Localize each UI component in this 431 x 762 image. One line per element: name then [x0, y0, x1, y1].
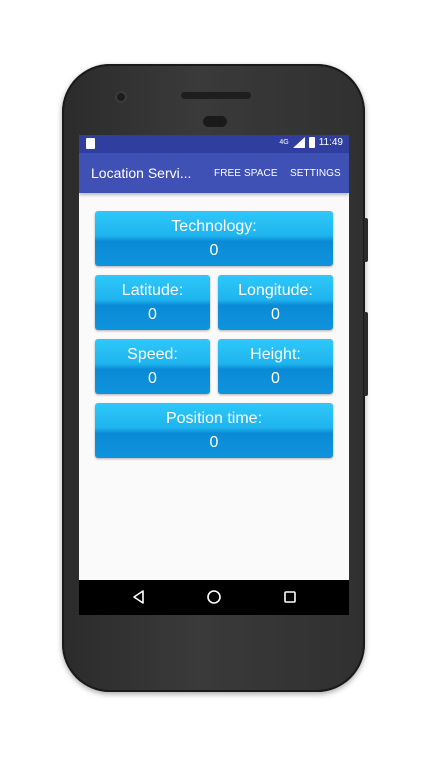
back-icon[interactable]: [131, 589, 147, 605]
latitude-value: 0: [148, 306, 157, 323]
screen: 4G 11:49 Location Servi... FREE SPACE SE…: [79, 135, 349, 615]
settings-button[interactable]: SETTINGS: [290, 168, 341, 179]
sd-card-icon: [86, 138, 95, 149]
app-bar: Location Servi... FREE SPACE SETTINGS: [79, 153, 349, 193]
app-title: Location Servi...: [91, 165, 192, 181]
signal-icon: [292, 137, 305, 148]
volume-button: [364, 312, 368, 396]
height-tile[interactable]: Height: 0: [218, 339, 333, 394]
proximity-sensor: [203, 116, 227, 127]
technology-tile[interactable]: Technology: 0: [95, 211, 333, 266]
status-time: 11:49: [318, 137, 343, 148]
free-space-button[interactable]: FREE SPACE: [214, 168, 278, 179]
status-bar: 4G 11:49: [79, 135, 349, 153]
speed-label: Speed:: [127, 346, 178, 363]
recents-icon[interactable]: [282, 589, 298, 605]
front-camera: [115, 91, 127, 103]
speed-value: 0: [148, 370, 157, 387]
longitude-label: Longitude:: [238, 282, 313, 299]
content-area: Technology: 0 Latitude: 0 Longitude: 0 S…: [79, 193, 349, 578]
earpiece-speaker: [181, 92, 251, 99]
navigation-bar: [79, 580, 349, 615]
technology-label: Technology:: [171, 218, 257, 235]
position-time-value: 0: [209, 434, 219, 451]
position-time-tile[interactable]: Position time: 0: [95, 403, 333, 458]
latitude-tile[interactable]: Latitude: 0: [95, 275, 210, 330]
height-value: 0: [271, 370, 280, 387]
longitude-value: 0: [271, 306, 280, 323]
position-time-label: Position time:: [165, 410, 263, 427]
speed-tile[interactable]: Speed: 0: [95, 339, 210, 394]
power-button: [364, 218, 368, 262]
technology-value: 0: [209, 242, 219, 259]
height-label: Height:: [250, 346, 301, 363]
network-type: 4G: [279, 139, 289, 146]
battery-icon: [308, 137, 315, 148]
latitude-label: Latitude:: [121, 282, 184, 299]
longitude-tile[interactable]: Longitude: 0: [218, 275, 333, 330]
home-icon[interactable]: [206, 589, 222, 605]
